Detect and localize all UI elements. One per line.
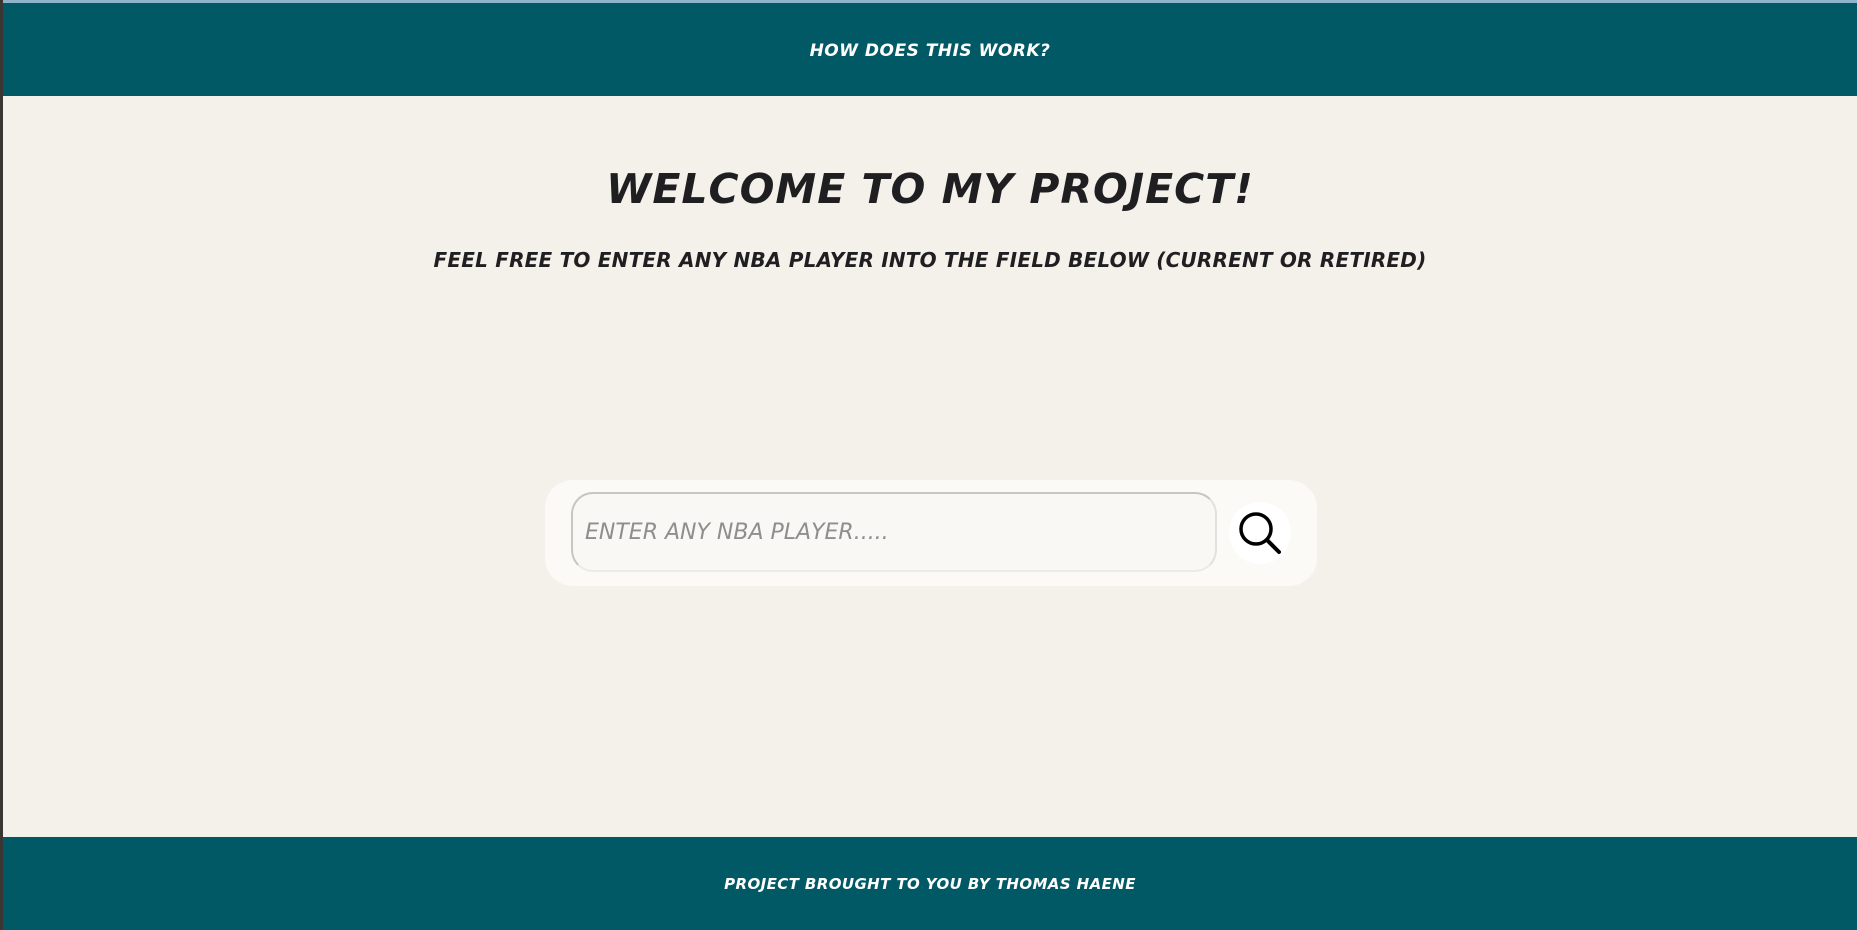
hero-section: Welcome to my project! Feel free to ente… (3, 96, 1857, 274)
search-icon (1239, 512, 1281, 554)
footer: Project brought to you by Thomas Haene (3, 837, 1857, 930)
page-subtitle: Feel free to enter any NBA Player into t… (433, 248, 1427, 272)
footer-credit: Project brought to you by Thomas Haene (724, 874, 1136, 893)
search-button[interactable] (1229, 502, 1291, 564)
page: How does this work? Welcome to my projec… (3, 0, 1857, 930)
how-does-this-work-link[interactable]: How does this work? (810, 41, 1051, 61)
header-navbar: How does this work? (3, 3, 1857, 96)
search-card (545, 480, 1317, 586)
page-title: Welcome to my project! (606, 165, 1254, 213)
player-search-input[interactable] (571, 492, 1217, 572)
